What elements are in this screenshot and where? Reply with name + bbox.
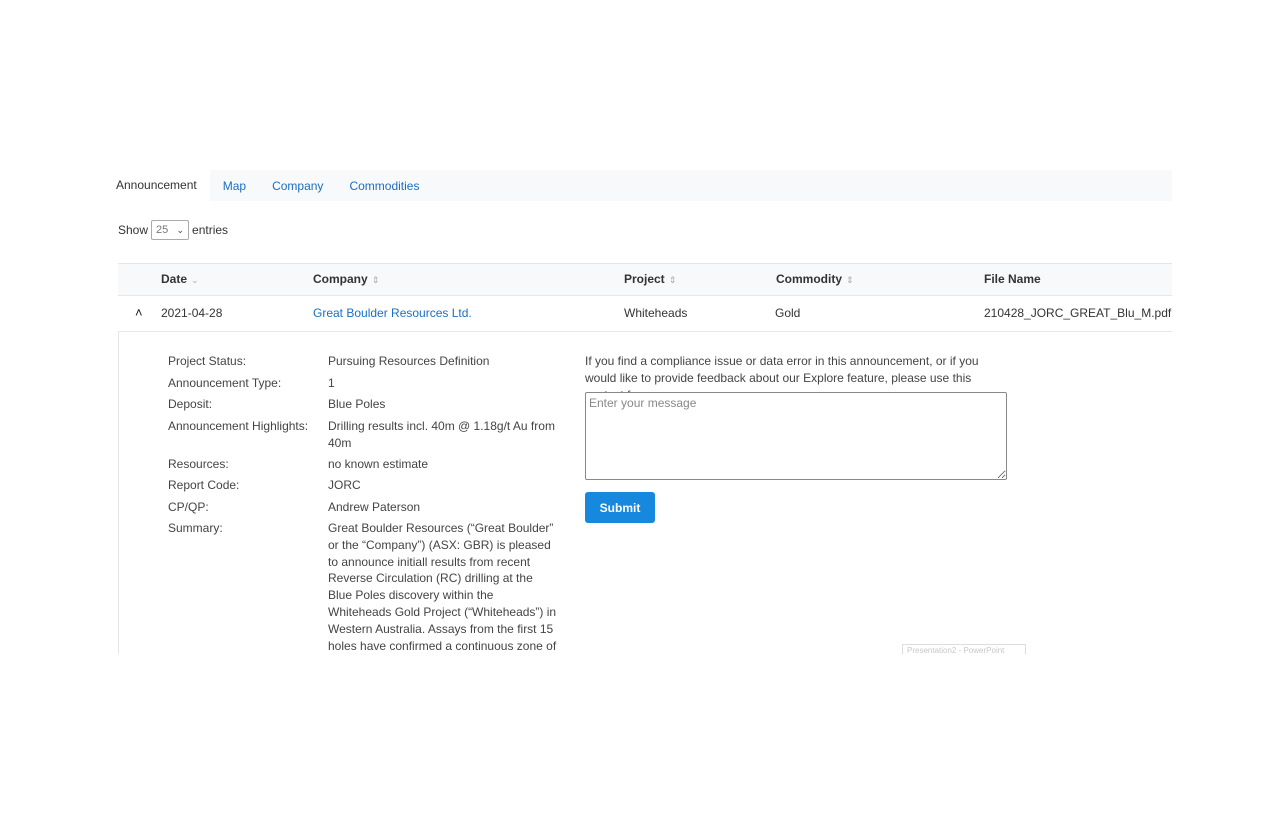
cell-commodity: Gold bbox=[775, 306, 801, 320]
detail-label-resources: Resources: bbox=[168, 457, 229, 471]
column-header-company[interactable]: Company ⇕ bbox=[313, 264, 379, 295]
cell-date: 2021-04-28 bbox=[161, 306, 223, 320]
length-menu-prefix: Show bbox=[118, 223, 149, 237]
submit-button[interactable]: Submit bbox=[585, 492, 655, 523]
message-input[interactable] bbox=[585, 392, 1007, 480]
entries-select[interactable]: 25 ⌄ bbox=[151, 220, 190, 240]
taskbar-tooltip: Presentation2 - PowerPoint bbox=[902, 644, 1026, 654]
detail-value-announcement-type: 1 bbox=[328, 376, 335, 390]
tab-commodities[interactable]: Commodities bbox=[336, 179, 432, 193]
tab-company[interactable]: Company bbox=[259, 179, 336, 193]
sort-icon: ⇕ bbox=[371, 275, 380, 285]
detail-value-report-code: JORC bbox=[328, 478, 361, 492]
detail-value-highlights: Drilling results incl. 40m @ 1.18g/t Au … bbox=[328, 419, 555, 450]
detail-value-project-status: Pursuing Resources Definition bbox=[328, 354, 490, 368]
detail-label-cpqp: CP/QP: bbox=[168, 500, 209, 514]
detail-value-deposit: Blue Poles bbox=[328, 397, 386, 411]
collapse-chevron-icon[interactable]: ˄ bbox=[135, 296, 143, 329]
sort-desc-icon: ⌄ bbox=[191, 275, 199, 285]
detail-value-summary: Great Boulder Resources (“Great Boulder”… bbox=[328, 521, 557, 653]
length-menu-suffix: entries bbox=[192, 223, 229, 237]
cell-project: Whiteheads bbox=[624, 306, 688, 320]
column-header-file-name[interactable]: File Name bbox=[984, 264, 1041, 295]
detail-label-highlights: Announcement Highlights: bbox=[168, 419, 309, 433]
tab-map[interactable]: Map bbox=[210, 179, 259, 193]
row-detail-panel: Project Status: Pursuing Resources Defin… bbox=[118, 332, 1172, 654]
detail-value-resources: no known estimate bbox=[328, 457, 429, 471]
table-header: Date ⌄ Company ⇕ Project ⇕ Commodity ⇕ File … bbox=[118, 263, 1172, 296]
detail-value-cpqp: Andrew Paterson bbox=[328, 500, 421, 514]
detail-label-announcement-type: Announcement Type: bbox=[168, 376, 282, 390]
column-header-project[interactable]: Project ⇕ bbox=[624, 264, 676, 295]
detail-label-deposit: Deposit: bbox=[168, 397, 213, 411]
detail-label-project-status: Project Status: bbox=[168, 354, 247, 368]
column-header-date[interactable]: Date ⌄ bbox=[161, 264, 199, 295]
table-row[interactable]: ˄ 2021-04-28 Great Boulder Resources Ltd… bbox=[118, 296, 1172, 332]
entries-select-value: 25 bbox=[156, 224, 169, 236]
chevron-down-icon: ⌄ bbox=[176, 225, 185, 235]
sort-icon: ⇕ bbox=[668, 275, 677, 285]
sort-icon: ⇕ bbox=[846, 275, 854, 285]
cell-company-link[interactable]: Great Boulder Resources Ltd. bbox=[313, 296, 472, 331]
cell-file-name: 210428_JORC_GREAT_Blu_M.pdf bbox=[984, 306, 1172, 320]
tab-announcement[interactable]: Announcement bbox=[108, 170, 210, 201]
length-menu: Show 25 ⌄ entries bbox=[118, 219, 228, 241]
column-header-commodity[interactable]: Commodity ⇕ bbox=[776, 264, 854, 295]
detail-label-report-code: Report Code: bbox=[168, 478, 240, 492]
nav-tabs: Announcement Map Company Commodities bbox=[108, 170, 1172, 201]
detail-label-summary: Summary: bbox=[168, 521, 223, 535]
